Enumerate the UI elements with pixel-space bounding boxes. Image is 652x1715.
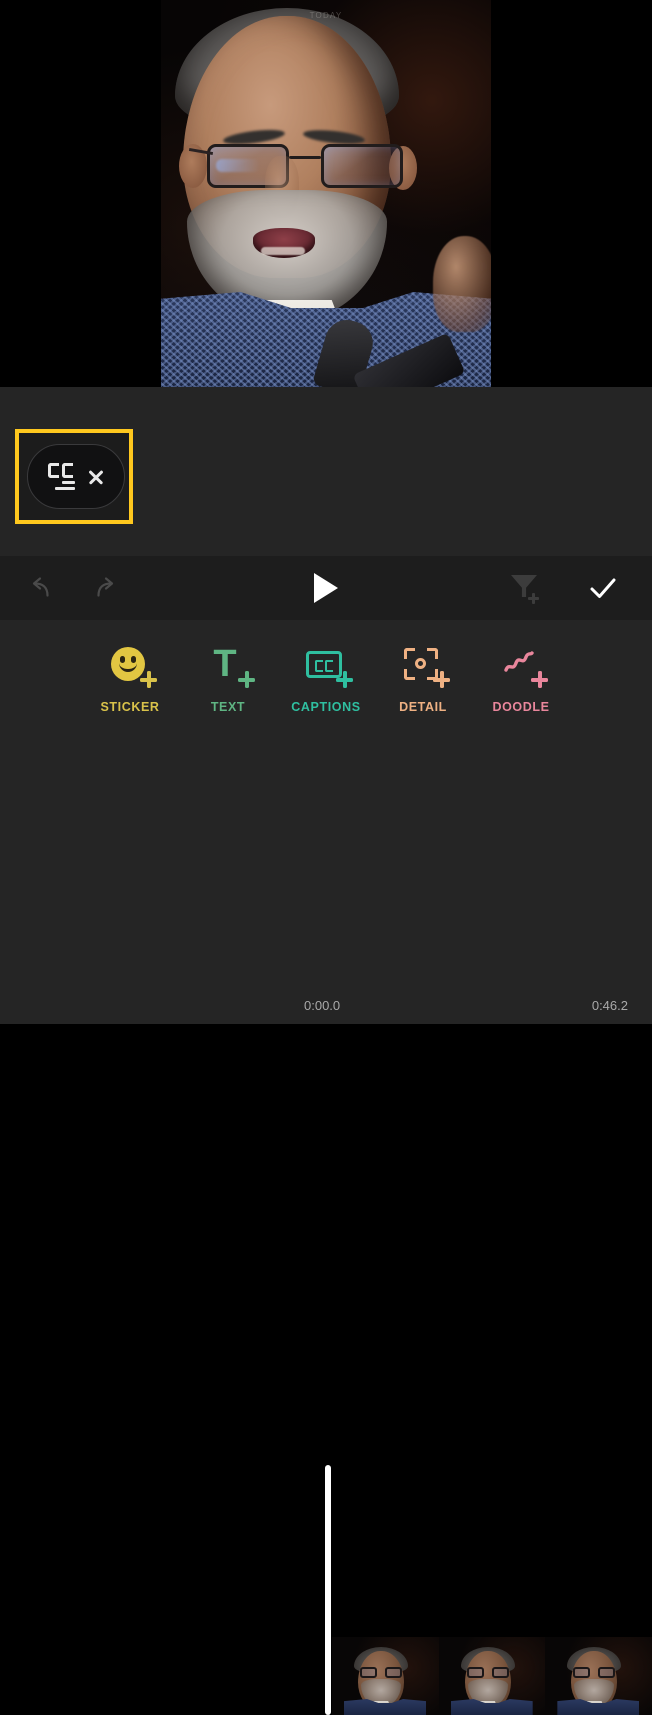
- timeline-thumbnail-strip[interactable]: [332, 1637, 652, 1715]
- tool-text-label: TEXT: [210, 700, 246, 714]
- undo-arrow-icon: [32, 577, 49, 597]
- glasses-bridge: [289, 156, 321, 159]
- lens-highlight: [216, 159, 260, 172]
- video-editor-app: TODAY STICKER T TEXT CAPTIONS DETAIL DOO…: [0, 0, 652, 1715]
- detail-focus-plus-icon: [395, 638, 451, 694]
- tool-doodle[interactable]: DOODLE: [456, 620, 586, 730]
- subject-teeth: [261, 247, 305, 255]
- video-preview[interactable]: TODAY: [0, 0, 652, 387]
- tool-toolbar: STICKER T TEXT CAPTIONS DETAIL DOODLE: [0, 620, 652, 730]
- video-overlay-label: TODAY: [309, 11, 343, 20]
- timeline-thumbnail[interactable]: [545, 1637, 652, 1715]
- timeline-end-time: 0:46.2: [591, 998, 628, 1013]
- redo-button[interactable]: [76, 556, 134, 620]
- redo-arrow-icon: [97, 577, 114, 597]
- doodle-squiggle-plus-icon: [493, 638, 549, 694]
- timeline-times: 0:00.0 0:46.2: [0, 998, 652, 1022]
- tool-sticker-label: STICKER: [100, 700, 160, 714]
- video-frame[interactable]: TODAY: [161, 0, 491, 387]
- funnel-plus-icon: [509, 573, 539, 605]
- play-button[interactable]: [297, 556, 355, 620]
- confirm-button[interactable]: [574, 556, 632, 620]
- sticker-smiley-plus-icon: [102, 638, 158, 694]
- tool-doodle-label: DOODLE: [492, 700, 550, 714]
- add-filter-button[interactable]: [495, 556, 553, 620]
- timeline-thumbnail[interactable]: [332, 1637, 439, 1715]
- tool-detail-label: DETAIL: [399, 700, 447, 714]
- glasses-lens-right: [321, 144, 403, 188]
- timeline-playhead[interactable]: [325, 1465, 331, 1715]
- tool-captions-label: CAPTIONS: [291, 700, 361, 714]
- timeline-thumbnail[interactable]: [438, 1637, 546, 1715]
- captions-cc-plus-icon: [298, 638, 354, 694]
- checkmark-icon: [590, 578, 616, 598]
- subject-hand: [433, 236, 491, 332]
- caption-chip-highlight[interactable]: [15, 429, 133, 524]
- close-x-icon[interactable]: [87, 468, 105, 486]
- undo-button[interactable]: [12, 556, 70, 620]
- timeline-start-time: 0:00.0: [304, 998, 341, 1013]
- closed-captions-icon: [47, 462, 78, 491]
- timeline[interactable]: [0, 730, 652, 1715]
- control-bar: [0, 556, 652, 620]
- caption-chip-button[interactable]: [27, 444, 125, 509]
- text-t-plus-icon: T: [200, 638, 256, 694]
- subject-glasses: [188, 140, 403, 194]
- play-triangle-icon: [314, 573, 338, 603]
